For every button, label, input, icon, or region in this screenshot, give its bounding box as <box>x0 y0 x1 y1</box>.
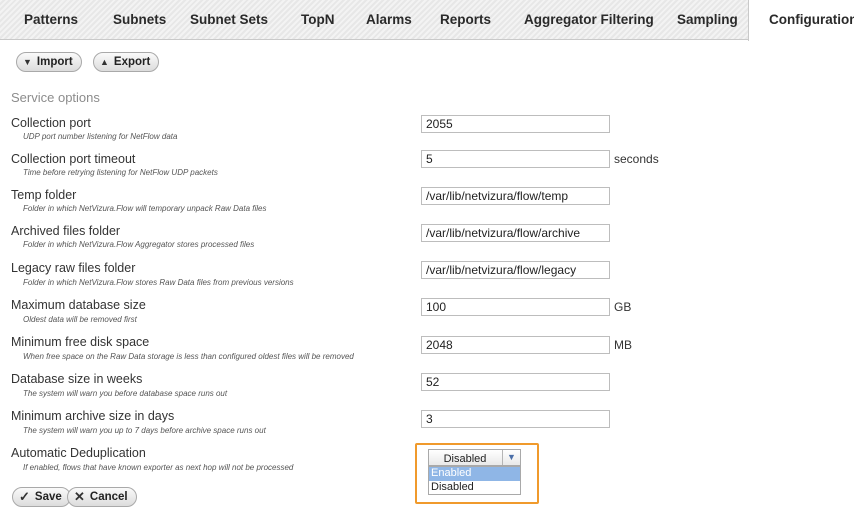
option-disabled[interactable]: Disabled <box>429 481 520 495</box>
import-label: Import <box>36 56 73 68</box>
unit-label: GB <box>614 300 632 314</box>
tab-configuration[interactable]: Configuration <box>748 0 854 41</box>
option-label: Database size in weeks <box>11 372 143 386</box>
minimum-archive-size-input[interactable] <box>421 410 610 428</box>
tab-subnets[interactable]: Subnets <box>113 0 166 40</box>
export-label: Export <box>113 56 151 68</box>
tab-bar: Patterns Subnets Subnet Sets TopN Alarms… <box>0 0 854 41</box>
tab-aggregator-filtering[interactable]: Aggregator Filtering <box>524 0 654 40</box>
option-desc: Folder in which NetVizura.Flow Aggregato… <box>23 240 255 249</box>
deduplication-options: Enabled Disabled <box>428 466 521 495</box>
deduplication-select[interactable]: Disabled ▼ <box>428 449 521 466</box>
option-desc: When free space on the Raw Data storage … <box>23 352 354 361</box>
option-label: Collection port timeout <box>11 152 136 166</box>
minimum-free-disk-space-input[interactable] <box>421 336 610 354</box>
collection-port-input[interactable] <box>421 115 610 133</box>
import-button[interactable]: ▼ Import <box>16 52 82 72</box>
option-label: Temp folder <box>11 188 77 202</box>
option-label: Archived files folder <box>11 224 121 238</box>
selected-value: Disabled <box>443 453 487 465</box>
option-label: Automatic Deduplication <box>11 446 146 460</box>
close-icon: ✕ <box>74 489 85 504</box>
temp-folder-input[interactable] <box>421 187 610 205</box>
section-title: Service options <box>11 90 100 105</box>
unit-label: MB <box>614 338 632 352</box>
option-desc: Folder in which NetVizura.Flow will temp… <box>23 204 267 213</box>
option-label: Collection port <box>11 116 91 130</box>
save-label: Save <box>34 491 62 503</box>
option-desc: The system will warn you before database… <box>23 389 228 398</box>
cancel-label: Cancel <box>89 491 128 503</box>
tab-sampling[interactable]: Sampling <box>677 0 738 40</box>
option-label: Legacy raw files folder <box>11 261 136 275</box>
tab-subnet-sets[interactable]: Subnet Sets <box>190 0 268 40</box>
cancel-button[interactable]: ✕ Cancel <box>67 487 137 507</box>
triangle-down-icon: ▼ <box>23 57 32 67</box>
collection-port-timeout-input[interactable] <box>421 150 610 168</box>
save-button[interactable]: ✓ Save <box>12 487 71 507</box>
legacy-raw-files-folder-input[interactable] <box>421 261 610 279</box>
option-label: Maximum database size <box>11 298 146 312</box>
unit-label: seconds <box>614 152 659 166</box>
export-button[interactable]: ▲ Export <box>93 52 160 72</box>
maximum-database-size-input[interactable] <box>421 298 610 316</box>
tab-reports[interactable]: Reports <box>440 0 491 40</box>
checkmark-icon: ✓ <box>19 489 30 504</box>
option-label: Minimum archive size in days <box>11 409 175 423</box>
archived-files-folder-input[interactable] <box>421 224 610 242</box>
option-desc: The system will warn you up to 7 days be… <box>23 426 266 435</box>
option-desc: Time before retrying listening for NetFl… <box>23 168 218 177</box>
tab-patterns[interactable]: Patterns <box>24 0 78 40</box>
database-size-in-weeks-input[interactable] <box>421 373 610 391</box>
tab-topn[interactable]: TopN <box>301 0 335 40</box>
option-desc: Folder in which NetVizura.Flow stores Ra… <box>23 278 294 287</box>
option-desc: Oldest data will be removed first <box>23 315 137 324</box>
tab-alarms[interactable]: Alarms <box>366 0 412 40</box>
option-desc: UDP port number listening for NetFlow da… <box>23 132 178 141</box>
option-enabled[interactable]: Enabled <box>429 467 520 481</box>
chevron-down-icon[interactable]: ▼ <box>502 450 520 465</box>
triangle-up-icon: ▲ <box>100 57 109 67</box>
option-desc: If enabled, flows that have known export… <box>23 463 294 472</box>
option-label: Minimum free disk space <box>11 335 150 349</box>
